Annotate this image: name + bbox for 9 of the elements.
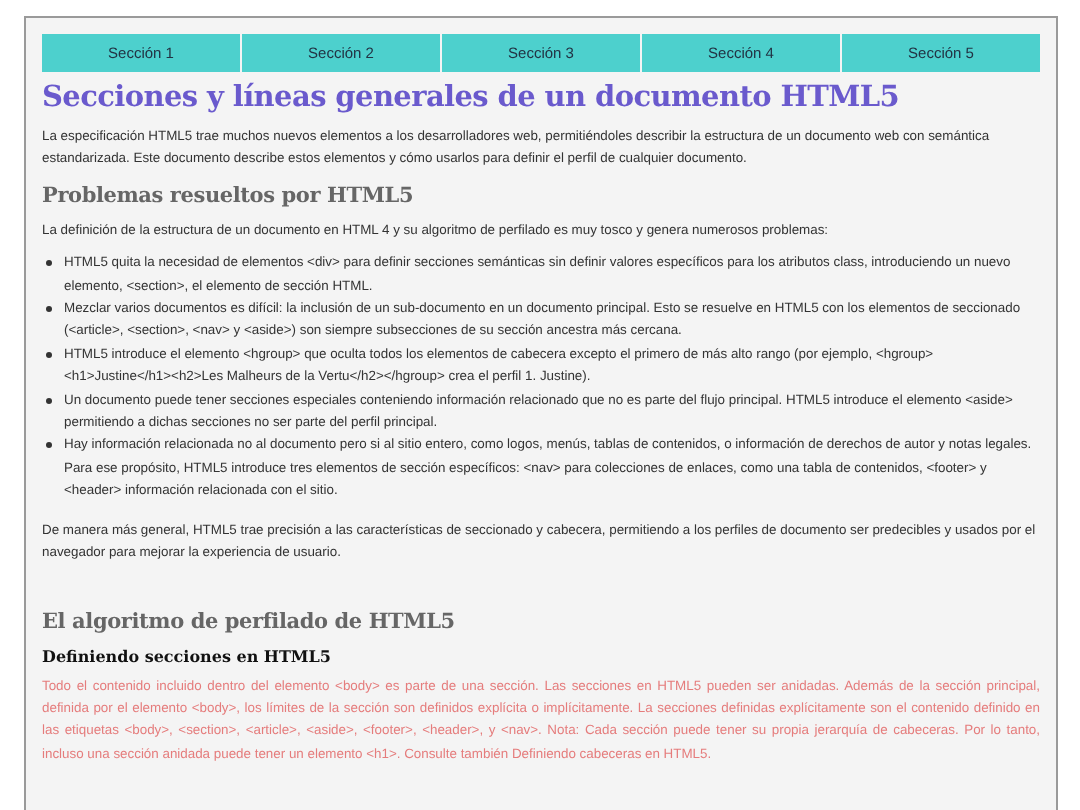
section-heading: El algoritmo de perfilado de HTML5 [42,609,457,633]
section-heading: Problemas resueltos por HTML5 [42,183,416,208]
bullet-icon [46,397,52,404]
subsection-heading: Definiendo secciones en HTML5 [42,645,333,665]
bullet-icon [46,306,52,313]
page-title: Secciones y líneas generales de un documento HTML5 [42,80,902,114]
bullet-icon [46,351,52,358]
bullet-icon [46,260,52,267]
bullet-icon [46,442,52,449]
